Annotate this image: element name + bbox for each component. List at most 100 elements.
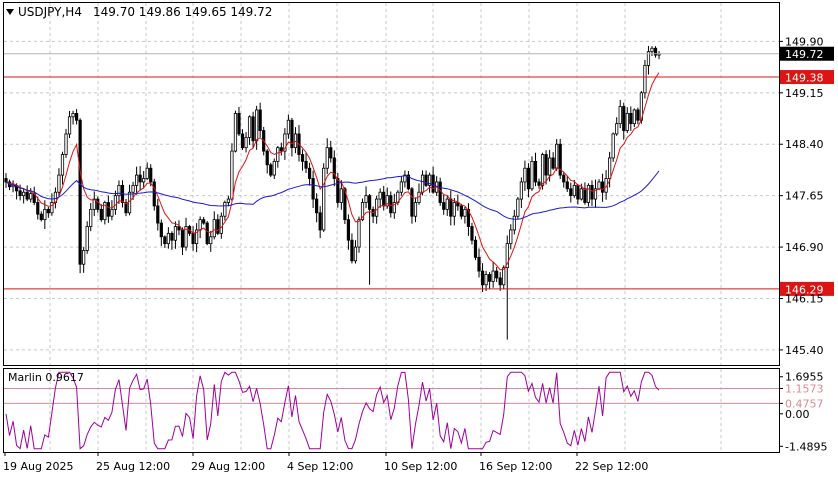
candle-body: [339, 188, 343, 203]
candle-body: [530, 160, 534, 190]
candle-body: [85, 226, 89, 251]
y-tick-label: 145.40: [785, 344, 824, 357]
candle-body: [46, 208, 50, 214]
candle-body: [75, 112, 79, 121]
candle-body: [551, 157, 555, 169]
candle-body: [244, 136, 248, 149]
candle-body: [480, 270, 485, 286]
candle-body: [625, 112, 629, 131]
candle-body: [484, 274, 488, 286]
x-tick-label: 29 Aug 12:00: [191, 460, 265, 473]
candle-body: [205, 222, 209, 245]
candle-body: [170, 232, 174, 241]
candle-body: [502, 267, 506, 286]
candle-body: [650, 47, 654, 53]
candle-body: [96, 198, 100, 210]
candle-body: [452, 202, 456, 217]
candle-body: [78, 119, 82, 265]
candle-body: [336, 178, 340, 203]
candle-body: [202, 219, 206, 224]
candle-body: [156, 205, 160, 224]
candle-body: [350, 239, 354, 262]
candle-body: [424, 174, 428, 186]
candle-body: [572, 184, 576, 197]
symbol-dropdown-icon[interactable]: [6, 9, 14, 15]
candle-body: [82, 250, 86, 265]
current-price-label: 149.72: [785, 48, 824, 61]
candle-body: [36, 202, 40, 215]
candle-body: [152, 181, 156, 207]
candle-body: [325, 147, 329, 169]
candle-body: [240, 133, 245, 149]
candle-body: [449, 198, 453, 217]
candle-body: [562, 174, 566, 183]
candle-body: [643, 64, 647, 94]
candle-body: [353, 246, 358, 262]
candle-body: [322, 167, 326, 231]
candle-body: [64, 133, 68, 155]
candle-body: [413, 202, 418, 217]
candle-body: [71, 112, 75, 118]
candle-body: [43, 208, 47, 221]
candle-body: [632, 109, 636, 125]
osc-tick-label: 1.1573: [785, 382, 824, 395]
y-tick-label: 146.15: [785, 292, 824, 305]
candle-body: [269, 164, 273, 176]
candle-body: [265, 150, 269, 166]
indicator-pane-border: [3, 368, 780, 453]
candlestick-layer: [4, 45, 661, 340]
candle-body: [537, 181, 541, 186]
candle-body: [420, 174, 425, 193]
candle-body: [477, 256, 481, 272]
candle-body: [233, 112, 238, 152]
candle-body: [488, 274, 492, 282]
candle-body: [389, 195, 393, 214]
candle-body: [579, 188, 583, 200]
candle-body: [540, 154, 545, 186]
x-tick-label: 25 Aug 12:00: [96, 460, 170, 473]
candle-body: [367, 195, 372, 210]
candle-body: [149, 167, 153, 183]
candle-body: [286, 119, 291, 135]
candle-body: [113, 195, 118, 210]
candle-body: [18, 190, 22, 197]
candle-body: [4, 178, 8, 183]
candle-body: [364, 195, 368, 203]
y-tick-label: 148.40: [785, 138, 824, 151]
candle-body: [544, 154, 548, 176]
y-tick-label: 146.90: [785, 241, 824, 254]
candle-body: [470, 226, 474, 241]
osc-tick-label: 0.00: [785, 408, 810, 421]
candle-body: [57, 174, 61, 193]
candle-body: [307, 167, 312, 179]
candle-body: [318, 212, 322, 231]
y-tick-label: 147.65: [785, 190, 824, 203]
candle-body: [29, 193, 33, 200]
level-label: 149.38: [785, 72, 824, 85]
candle-body: [378, 191, 382, 200]
candle-body: [512, 215, 516, 231]
candle-body: [198, 219, 202, 231]
candle-body: [597, 181, 601, 190]
candle-body: [611, 133, 615, 159]
candle-body: [142, 178, 146, 183]
candle-body: [173, 226, 178, 241]
candle-body: [180, 229, 185, 248]
candle-body: [191, 232, 195, 245]
candle-body: [216, 219, 220, 234]
candle-body: [300, 154, 305, 162]
candle-body: [555, 143, 559, 169]
candle-body: [219, 215, 223, 234]
candle-body: [516, 198, 520, 217]
candle-body: [131, 184, 135, 193]
candle-body: [583, 188, 587, 203]
candle-body: [463, 208, 467, 217]
support-resistance-levels: 149.38146.29: [4, 70, 834, 296]
candle-body: [60, 154, 65, 176]
candle-body: [346, 219, 351, 241]
x-tick-label: 16 Sep 12:00: [479, 460, 552, 473]
candle-body: [586, 184, 591, 203]
candle-body: [117, 184, 121, 197]
candle-body: [576, 184, 580, 200]
price-chart[interactable]: 149.38146.29 149.90 149.15 148.40 147.65 146…: [0, 0, 838, 477]
